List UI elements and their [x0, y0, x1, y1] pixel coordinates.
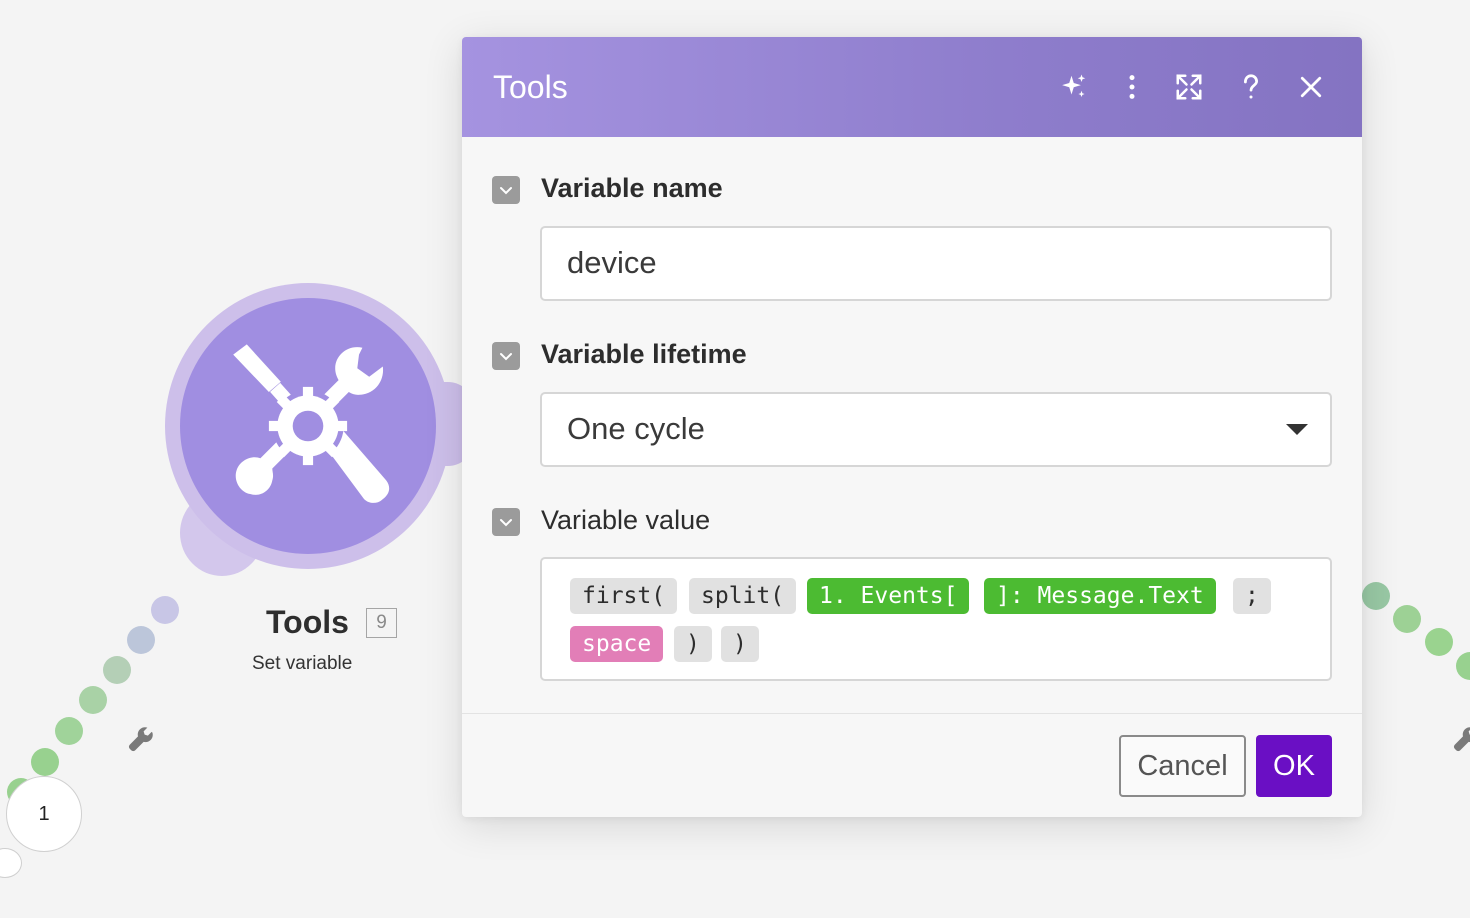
module-title[interactable]: Tools	[266, 604, 349, 641]
route-node-label: 1	[38, 803, 50, 825]
connection-dot	[103, 656, 131, 684]
module-settings-dialog: Tools Variable name device Variable life…	[462, 37, 1362, 817]
token-separator[interactable]: ;	[1233, 578, 1271, 614]
route-node-small[interactable]	[0, 848, 22, 878]
variable-name-value: device	[567, 245, 657, 280]
token-variable[interactable]: 1. Events[	[807, 578, 970, 614]
sparkle-icon	[1062, 74, 1086, 97]
token-variable[interactable]: ]: Message.Text	[984, 578, 1216, 614]
variable-value-editor[interactable]: first( split( 1. Events[ ]: Message.Text…	[540, 557, 1332, 681]
connection-dot	[1393, 605, 1421, 633]
caret-down-icon	[1286, 424, 1308, 435]
variable-name-input[interactable]: device	[540, 226, 1332, 301]
connection-dot	[79, 686, 107, 714]
variable-lifetime-value: One cycle	[567, 411, 705, 446]
token-function[interactable]: split(	[689, 578, 797, 614]
dialog-title: Tools	[493, 69, 568, 105]
ok-button[interactable]: OK	[1256, 735, 1332, 797]
close-button[interactable]	[1293, 69, 1329, 105]
tools-icon	[233, 344, 390, 503]
expand-icon	[1176, 74, 1202, 100]
connection-dot	[151, 596, 179, 624]
footer-divider	[462, 713, 1362, 714]
scenario-canvas[interactable]: 1 Tools 9 Set variable Tools Variable na…	[0, 0, 1470, 918]
more-options-button[interactable]	[1114, 69, 1150, 105]
variable-lifetime-select[interactable]: One cycle	[540, 392, 1332, 467]
close-icon	[1300, 76, 1322, 98]
variable-lifetime-label: Variable lifetime	[541, 339, 747, 369]
token-close-paren[interactable]: )	[721, 626, 759, 662]
chevron-down-icon	[500, 187, 512, 195]
module-subtitle: Set variable	[252, 653, 353, 674]
cancel-button[interactable]: Cancel	[1119, 735, 1246, 797]
module-id-badge: 9	[366, 608, 397, 638]
variable-value-toggle[interactable]	[492, 508, 520, 536]
tools-module[interactable]	[180, 298, 436, 554]
route-node[interactable]: 1	[6, 776, 82, 852]
connection-dot	[55, 717, 83, 745]
connection-dot	[31, 748, 59, 776]
connection-dot	[1425, 628, 1453, 656]
connection-dot	[1456, 652, 1470, 680]
variable-lifetime-toggle[interactable]	[492, 342, 520, 370]
dialog-header[interactable]: Tools	[462, 37, 1362, 137]
variable-value-label: Variable value	[541, 505, 711, 535]
chevron-down-icon	[500, 353, 512, 361]
token-keyword[interactable]: space	[570, 626, 664, 662]
more-vertical-icon	[1129, 75, 1135, 99]
variable-name-label: Variable name	[541, 173, 723, 203]
connection-dot	[127, 626, 155, 654]
ai-assist-button[interactable]	[1056, 69, 1092, 105]
token-function[interactable]: first(	[570, 578, 678, 614]
connection-dot	[1362, 582, 1390, 610]
variable-name-toggle[interactable]	[492, 176, 520, 204]
route-settings-icon[interactable]	[1451, 724, 1470, 754]
help-button[interactable]	[1233, 69, 1269, 105]
expand-button[interactable]	[1171, 69, 1207, 105]
chevron-down-icon	[500, 519, 512, 527]
token-close-paren[interactable]: )	[674, 626, 712, 662]
help-icon	[1244, 74, 1259, 99]
route-settings-icon[interactable]	[126, 724, 156, 754]
